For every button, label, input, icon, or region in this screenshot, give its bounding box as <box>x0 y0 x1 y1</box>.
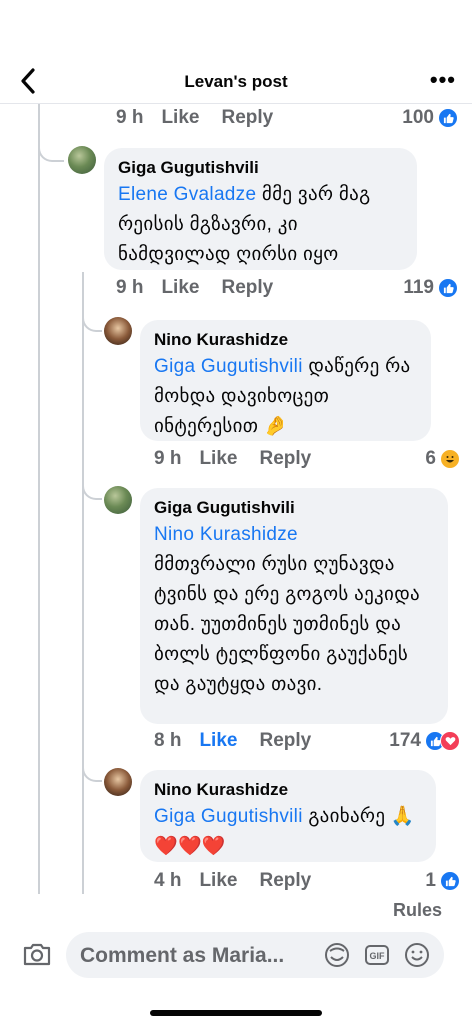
reaction-count: 119 <box>403 277 434 298</box>
reaction-count: 6 <box>425 448 436 469</box>
mention-link[interactable]: Giga Gugutishvili <box>154 806 303 827</box>
like-button[interactable]: Like <box>161 107 199 129</box>
like-reaction-icon <box>438 278 458 298</box>
comment-bubble: Nino Kurashidze Giga Gugutishvili გაიხარ… <box>140 770 436 862</box>
page-title: Levan's post <box>184 72 288 91</box>
reaction-count: 174 <box>389 730 421 751</box>
top-bar: Levan's post ••• <box>0 0 472 104</box>
reaction-summary[interactable]: 100 <box>402 104 458 132</box>
avatar[interactable] <box>104 768 132 796</box>
thread-connector <box>82 310 102 332</box>
thread-connector <box>82 478 102 500</box>
like-button[interactable]: Like <box>161 277 199 299</box>
comment-actions: 4 h Like Reply <box>154 867 311 895</box>
camera-button[interactable] <box>22 941 54 969</box>
love-reaction-icon <box>440 731 460 751</box>
thread-line <box>38 104 40 894</box>
commenter-name[interactable]: Giga Gugutishvili <box>154 496 434 520</box>
thread-line <box>82 272 84 894</box>
reply-button[interactable]: Reply <box>221 277 273 299</box>
comment-bubble: Giga Gugutishvili Nino Kurashidze მმთვრალ… <box>140 488 448 724</box>
like-button[interactable]: Like <box>199 448 237 470</box>
rules-link[interactable]: Rules <box>393 900 442 921</box>
camera-icon <box>23 943 51 966</box>
comment-time: 9 h <box>116 107 144 128</box>
comment-input[interactable]: Comment as Maria... GIF <box>66 932 444 978</box>
avatar[interactable] <box>104 317 132 345</box>
comment-bubble: Nino Kurashidze Giga Gugutishvili დაწერე… <box>140 320 431 441</box>
emoji-icon[interactable] <box>404 942 430 968</box>
comment-time: 4 h <box>154 870 182 891</box>
more-options-button[interactable]: ••• <box>430 69 456 91</box>
like-button[interactable]: Like <box>199 870 237 892</box>
avatar[interactable] <box>68 146 96 174</box>
home-indicator <box>150 1010 322 1016</box>
reaction-summary[interactable]: 1 <box>425 867 460 895</box>
svg-text:GIF: GIF <box>370 951 386 961</box>
comment-text: Giga Gugutishvili გაიხარე 🙏❤️❤️❤️ <box>154 802 422 862</box>
reaction-summary[interactable]: 6 <box>425 445 460 473</box>
avatar-sticker-icon[interactable] <box>324 942 350 968</box>
comment-composer: Comment as Maria... GIF <box>0 925 472 1024</box>
like-reaction-icon <box>438 108 458 128</box>
comment-actions: 9 h Like Reply <box>154 445 311 473</box>
comment-body: მმთვრალი რუსი ღუნავდა ტვინს და ერე გოგოს… <box>154 554 420 695</box>
reply-button[interactable]: Reply <box>259 730 311 752</box>
comment-actions: 8 h Like Reply <box>154 727 311 755</box>
reaction-summary[interactable]: 119 <box>403 274 458 302</box>
comment-text: Elene Gvaladze მმე ვარ მაგ რეისის მგზავრ… <box>118 180 403 270</box>
comment-time: 8 h <box>154 730 182 751</box>
comment-time: 9 h <box>116 277 144 298</box>
comment-actions: 9 h Like Reply <box>116 274 273 302</box>
reply-button[interactable]: Reply <box>259 870 311 892</box>
thread-connector <box>82 760 102 782</box>
comment-text: Nino Kurashidze მმთვრალი რუსი ღუნავდა ტვი… <box>154 520 434 700</box>
gif-icon[interactable]: GIF <box>364 942 390 968</box>
comment-actions: 9 h Like Reply <box>116 104 273 132</box>
mention-link[interactable]: Nino Kurashidze <box>154 520 434 550</box>
mention-link[interactable]: Giga Gugutishvili <box>154 356 303 377</box>
like-button[interactable]: Like <box>199 730 237 752</box>
reply-button[interactable]: Reply <box>221 107 273 129</box>
mention-link[interactable]: Elene Gvaladze <box>118 184 256 205</box>
thread-connector <box>38 140 64 162</box>
commenter-name[interactable]: Nino Kurashidze <box>154 778 422 802</box>
comment-bubble: Giga Gugutishvili Elene Gvaladze მმე ვარ… <box>104 148 417 270</box>
haha-reaction-icon <box>440 449 460 469</box>
reaction-count: 1 <box>425 870 436 891</box>
commenter-name[interactable]: Giga Gugutishvili <box>118 156 403 180</box>
commenter-name[interactable]: Nino Kurashidze <box>154 328 417 352</box>
comment-text: Giga Gugutishvili დაწერე რა მოხდა დავიხო… <box>154 352 417 442</box>
reply-button[interactable]: Reply <box>259 448 311 470</box>
reaction-count: 100 <box>402 107 434 128</box>
reaction-summary[interactable]: 174 <box>389 727 460 755</box>
like-reaction-icon <box>440 871 460 891</box>
comment-time: 9 h <box>154 448 182 469</box>
comment-placeholder: Comment as Maria... <box>80 944 285 967</box>
avatar[interactable] <box>104 486 132 514</box>
